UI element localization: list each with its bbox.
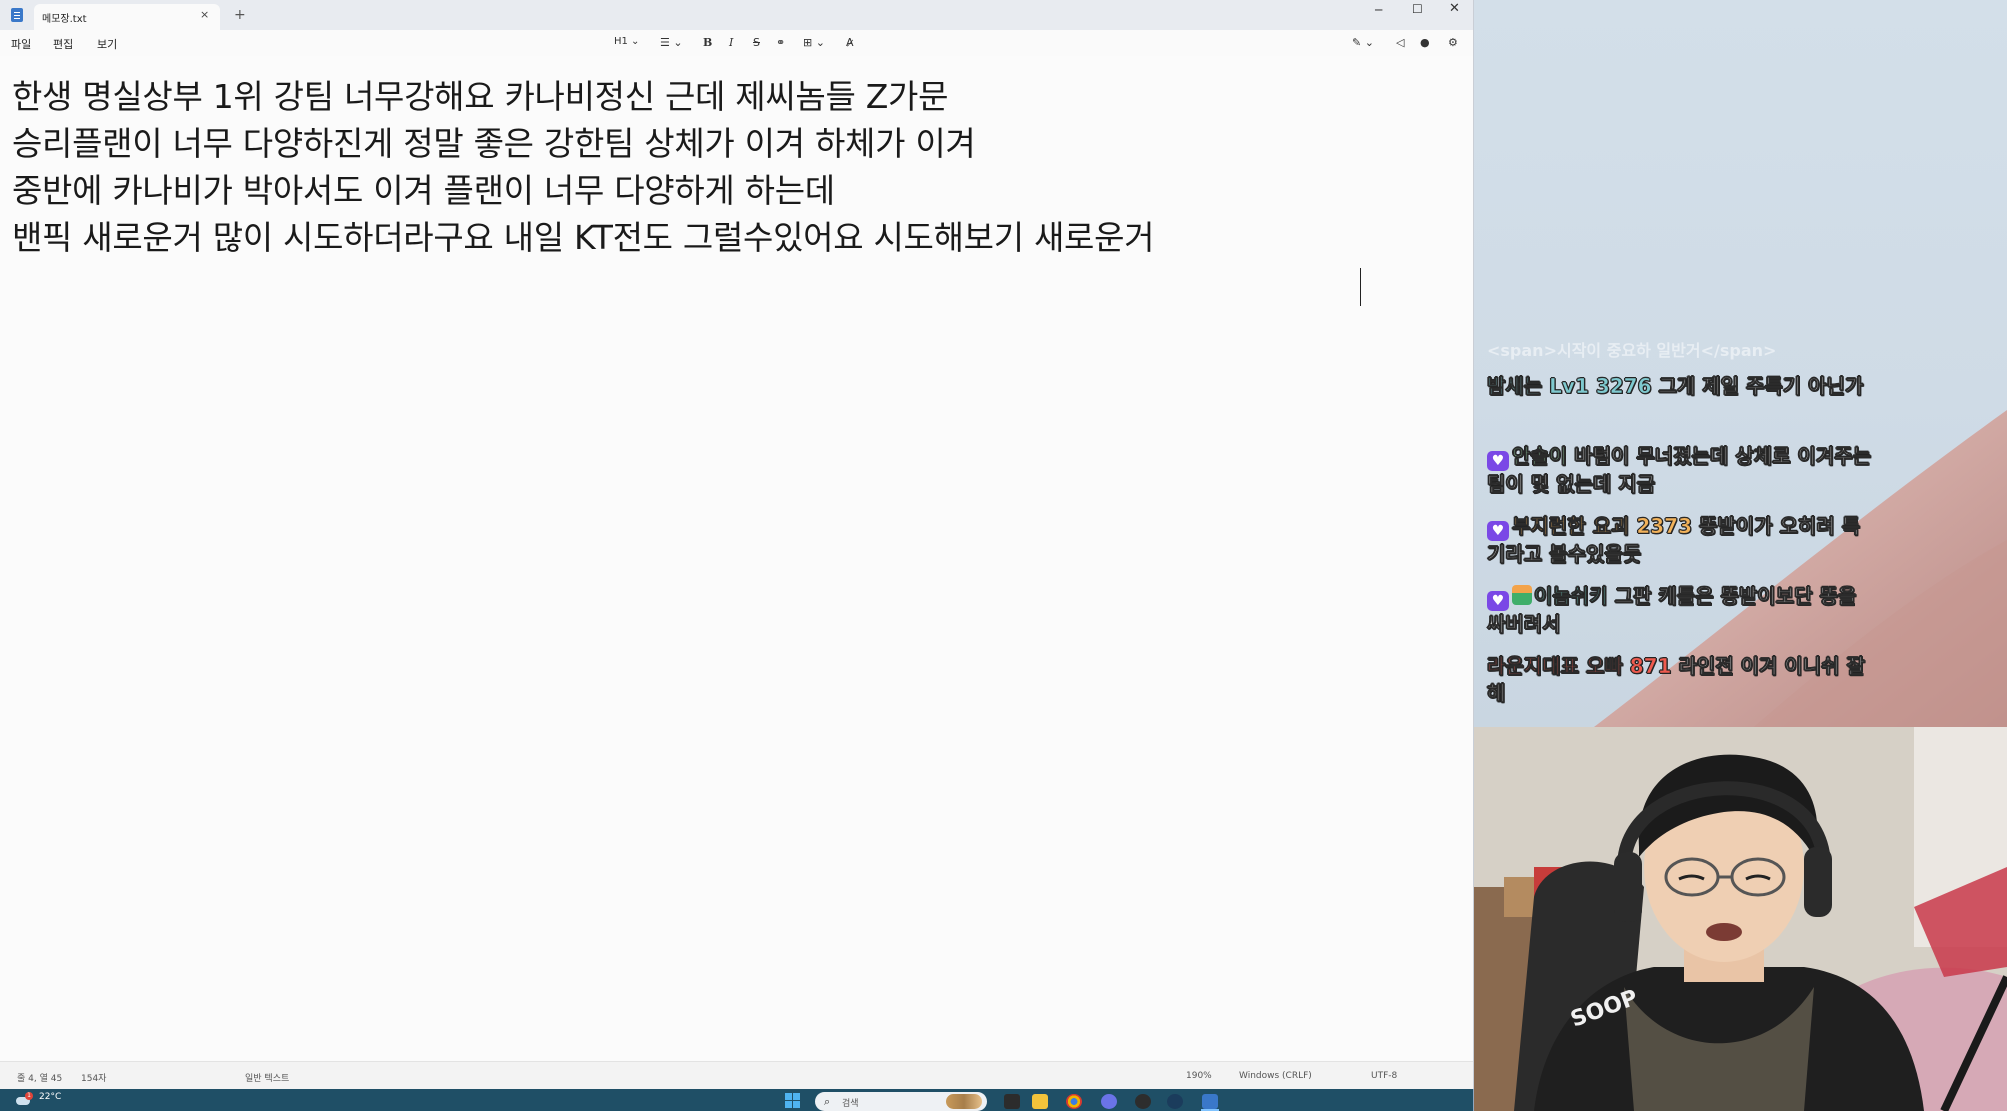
webcam-scene: SOOP — [1474, 727, 2007, 1111]
chat-username: 안솔이 — [1512, 444, 1568, 469]
chat-text: <span>시작이 중요하 일반거</span> — [1487, 341, 1777, 360]
cursor-position: 줄 4, 열 45 — [17, 1074, 63, 1084]
document-line: 승리플랜이 너무 다양하진게 정말 좋은 강한팀 상체가 이겨 하체가 이겨 — [12, 124, 976, 163]
chat-message: ♥ 이놈쉬키 그판 케틀은 똥받이보단 똥을 싸버려서 — [1487, 583, 1877, 638]
search-icon: ⌕ — [824, 1095, 831, 1108]
weather-temperature[interactable]: 22°C — [39, 1092, 61, 1102]
share-icon[interactable]: ◁ — [1396, 36, 1404, 49]
maximize-button[interactable]: ☐ — [1412, 2, 1423, 16]
file-explorer-icon[interactable] — [1032, 1094, 1048, 1109]
tab-close-icon[interactable]: × — [200, 8, 209, 21]
chat-username: 이놈쉬키 — [1534, 584, 1608, 609]
close-button[interactable]: ✕ — [1449, 1, 1460, 16]
tab-document[interactable]: 메모장.txt × — [34, 4, 220, 30]
bold-button[interactable]: B — [703, 36, 712, 49]
search-highlight-image — [946, 1094, 982, 1109]
steam-icon[interactable] — [1167, 1094, 1183, 1109]
chat-message: 라운지대표 오빠 871 라인전 이겨 이니쉬 잘해 — [1487, 653, 1877, 707]
chat-message: ♥ 안솔이 바텀이 무너졌는데 상체로 이겨주는 팀이 몇 없는데 지금 — [1487, 443, 1877, 498]
discord-icon[interactable] — [1101, 1094, 1117, 1109]
stream-chat-overlay: <span>시작이 중요하 일반거</span> 밤새는 Lv1 3276 그게… — [1474, 0, 2007, 727]
line-ending[interactable]: Windows (CRLF) — [1239, 1071, 1312, 1081]
title-bar: 메모장.txt × + ─ ☐ ✕ — [0, 0, 1473, 30]
chat-username: 밤새는 Lv1 3276 — [1487, 374, 1652, 399]
taskbar-search-box[interactable]: ⌕ 검색 — [815, 1092, 987, 1111]
start-windows-icon[interactable] — [785, 1093, 801, 1109]
heart-badge-icon: ♥ — [1487, 521, 1509, 541]
text-format[interactable]: 일반 텍스트 — [245, 1071, 289, 1084]
pinned-app-icon[interactable] — [1135, 1094, 1151, 1109]
heart-badge-icon: ♥ — [1487, 451, 1509, 471]
link-icon[interactable]: ⚭ — [776, 36, 785, 49]
zoom-level[interactable]: 190% — [1186, 1071, 1212, 1081]
encoding[interactable]: UTF-8 — [1371, 1071, 1397, 1081]
copilot-rewrite-icon[interactable]: ✎ ⌄ — [1352, 36, 1374, 49]
document-line: 중반에 카나비가 박아서도 이겨 플랜이 너무 다양하게 하는데 — [12, 171, 835, 210]
new-tab-button[interactable]: + — [234, 7, 246, 23]
menu-bar: 파일 편집 보기 H1 ⌄ ☰ ⌄ B I S ⚭ ⊞ ⌄ A̷ ✎ ⌄ ◁ ●… — [0, 30, 1473, 56]
status-bar: 줄 4, 열 45 154자 일반 텍스트 190% Windows (CRLF… — [0, 1061, 1473, 1089]
menu-view[interactable]: 보기 — [97, 36, 117, 52]
menu-file[interactable]: 파일 — [11, 36, 31, 52]
list-dropdown-icon[interactable]: ☰ ⌄ — [660, 36, 683, 49]
strikethrough-button[interactable]: S — [753, 36, 760, 49]
menu-edit[interactable]: 편집 — [53, 36, 73, 52]
text-editor[interactable]: 한생 명실상부 1위 강팀 너무강해요 카나비정신 근데 제씨놈들 Z가문 승리… — [0, 56, 1473, 1061]
subscriber-badge-icon — [1512, 585, 1532, 605]
chat-message-faded: <span>시작이 중요하 일반거</span> — [1487, 337, 1877, 364]
settings-gear-icon[interactable]: ⚙ — [1448, 36, 1458, 49]
webcam-feed: SOOP — [1474, 727, 2007, 1111]
italic-button[interactable]: I — [729, 36, 733, 49]
notepad-window: 메모장.txt × + ─ ☐ ✕ 파일 편집 보기 H1 ⌄ ☰ ⌄ B I … — [0, 0, 1474, 1089]
chrome-icon[interactable] — [1066, 1094, 1082, 1109]
character-count: 154자 — [81, 1074, 107, 1084]
notepad-app-icon — [11, 8, 23, 22]
tab-title: 메모장.txt — [42, 14, 87, 25]
chat-message: 밤새는 Lv1 3276 그게 제일 주특기 아닌가 — [1487, 373, 1877, 400]
heading-dropdown[interactable]: H1 ⌄ — [614, 36, 639, 47]
taskbar: 1 22°C ⌕ 검색 — [0, 1089, 1473, 1111]
document-line: 한생 명실상부 1위 강팀 너무강해요 카나비정신 근데 제씨놈들 Z가문 — [12, 77, 949, 116]
chat-message: ♥ 부지런한 요괴 2373 똥받이가 오히려 특기라고 볼수있을듯 — [1487, 513, 1877, 568]
chat-username: 부지런한 요괴 2373 — [1512, 514, 1693, 539]
chat-username: 라운지대표 오빠 871 — [1487, 654, 1672, 679]
search-placeholder: 검색 — [842, 1099, 859, 1109]
heart-badge-icon: ♥ — [1487, 591, 1509, 611]
account-icon[interactable]: ● — [1420, 36, 1430, 49]
document-line: 밴픽 새로운거 많이 시도하더라구요 내일 KT전도 그럴수있어요 시도해보기 … — [12, 218, 1155, 257]
text-caret — [1360, 268, 1361, 306]
weather-alert-badge: 1 — [25, 1092, 33, 1100]
pinned-app-icon[interactable] — [1004, 1094, 1020, 1109]
table-dropdown-icon[interactable]: ⊞ ⌄ — [803, 36, 825, 49]
clear-format-icon[interactable]: A̷ — [846, 36, 854, 49]
notepad-taskbar-icon[interactable] — [1202, 1094, 1218, 1109]
chat-text: 그게 제일 주특기 아닌가 — [1658, 374, 1864, 399]
minimize-button[interactable]: ─ — [1375, 3, 1382, 17]
